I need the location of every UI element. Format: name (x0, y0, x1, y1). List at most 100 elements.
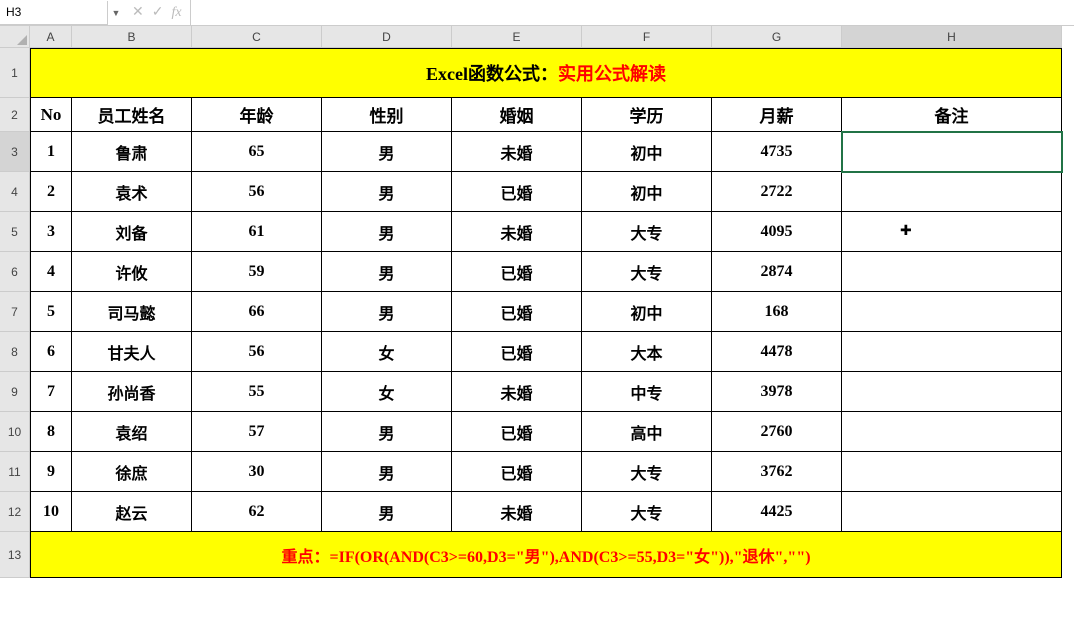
cell-E3[interactable]: 未婚 (452, 132, 582, 172)
cell-A7[interactable]: 5 (30, 292, 72, 332)
cell-G4[interactable]: 2722 (712, 172, 842, 212)
cell-B12[interactable]: 赵云 (72, 492, 192, 532)
cell-F8[interactable]: 大本 (582, 332, 712, 372)
cell-B7[interactable]: 司马懿 (72, 292, 192, 332)
cancel-icon[interactable]: ✕ (132, 4, 144, 21)
row-header-9[interactable]: 9 (0, 372, 30, 412)
cell-G7[interactable]: 168 (712, 292, 842, 332)
row-header-6[interactable]: 6 (0, 252, 30, 292)
spreadsheet-grid[interactable]: ABCDEFGH1Excel函数公式：实用公式解读2No员工姓名年龄性别婚姻学历… (0, 26, 1074, 578)
col-header-A[interactable]: A (30, 26, 72, 48)
cell-B10[interactable]: 袁绍 (72, 412, 192, 452)
cell-C8[interactable]: 56 (192, 332, 322, 372)
cell-C10[interactable]: 57 (192, 412, 322, 452)
cell-F10[interactable]: 高中 (582, 412, 712, 452)
cell-A8[interactable]: 6 (30, 332, 72, 372)
cell-A10[interactable]: 8 (30, 412, 72, 452)
cell-B4[interactable]: 袁术 (72, 172, 192, 212)
cell-E7[interactable]: 已婚 (452, 292, 582, 332)
enter-icon[interactable]: ✓ (152, 4, 164, 21)
cell-B3[interactable]: 鲁肃 (72, 132, 192, 172)
cell-G8[interactable]: 4478 (712, 332, 842, 372)
cell-C5[interactable]: 61 (192, 212, 322, 252)
cell-A9[interactable]: 7 (30, 372, 72, 412)
cell-C7[interactable]: 66 (192, 292, 322, 332)
row-header-3[interactable]: 3 (0, 132, 30, 172)
cell-E10[interactable]: 已婚 (452, 412, 582, 452)
cell-A12[interactable]: 10 (30, 492, 72, 532)
cell-F6[interactable]: 大专 (582, 252, 712, 292)
cell-H6[interactable] (842, 252, 1062, 292)
col-header-F[interactable]: F (582, 26, 712, 48)
row-header-13[interactable]: 13 (0, 532, 30, 578)
cell-A11[interactable]: 9 (30, 452, 72, 492)
cell-A5[interactable]: 3 (30, 212, 72, 252)
cell-D3[interactable]: 男 (322, 132, 452, 172)
cell-H8[interactable] (842, 332, 1062, 372)
col-header-D[interactable]: D (322, 26, 452, 48)
cell-D7[interactable]: 男 (322, 292, 452, 332)
cell-G11[interactable]: 3762 (712, 452, 842, 492)
cell-H12[interactable] (842, 492, 1062, 532)
name-box-dropdown[interactable]: ▼ (108, 8, 124, 18)
cell-E4[interactable]: 已婚 (452, 172, 582, 212)
cell-F11[interactable]: 大专 (582, 452, 712, 492)
cell-C6[interactable]: 59 (192, 252, 322, 292)
cell-H7[interactable] (842, 292, 1062, 332)
cell-H3[interactable] (842, 132, 1062, 172)
cell-H9[interactable] (842, 372, 1062, 412)
name-box[interactable]: H3 (0, 1, 108, 25)
cell-A6[interactable]: 4 (30, 252, 72, 292)
cell-F3[interactable]: 初中 (582, 132, 712, 172)
cell-C9[interactable]: 55 (192, 372, 322, 412)
cell-G6[interactable]: 2874 (712, 252, 842, 292)
row-header-12[interactable]: 12 (0, 492, 30, 532)
cell-B5[interactable]: 刘备 (72, 212, 192, 252)
cell-H4[interactable] (842, 172, 1062, 212)
cell-D10[interactable]: 男 (322, 412, 452, 452)
col-header-E[interactable]: E (452, 26, 582, 48)
row-header-10[interactable]: 10 (0, 412, 30, 452)
cell-F5[interactable]: 大专 (582, 212, 712, 252)
col-header-B[interactable]: B (72, 26, 192, 48)
row-header-7[interactable]: 7 (0, 292, 30, 332)
cell-G3[interactable]: 4735 (712, 132, 842, 172)
cell-D9[interactable]: 女 (322, 372, 452, 412)
cell-H11[interactable] (842, 452, 1062, 492)
cell-A4[interactable]: 2 (30, 172, 72, 212)
cell-E8[interactable]: 已婚 (452, 332, 582, 372)
cell-D6[interactable]: 男 (322, 252, 452, 292)
cell-F9[interactable]: 中专 (582, 372, 712, 412)
cell-C11[interactable]: 30 (192, 452, 322, 492)
formula-input[interactable] (191, 0, 1074, 25)
cell-E11[interactable]: 已婚 (452, 452, 582, 492)
cell-F12[interactable]: 大专 (582, 492, 712, 532)
cell-D11[interactable]: 男 (322, 452, 452, 492)
row-header-8[interactable]: 8 (0, 332, 30, 372)
fx-icon[interactable]: fx (171, 5, 181, 21)
row-header-1[interactable]: 1 (0, 48, 30, 98)
cell-F4[interactable]: 初中 (582, 172, 712, 212)
cell-G9[interactable]: 3978 (712, 372, 842, 412)
cell-C3[interactable]: 65 (192, 132, 322, 172)
cell-D12[interactable]: 男 (322, 492, 452, 532)
cell-E6[interactable]: 已婚 (452, 252, 582, 292)
cell-H10[interactable] (842, 412, 1062, 452)
cell-C12[interactable]: 62 (192, 492, 322, 532)
cell-C4[interactable]: 56 (192, 172, 322, 212)
col-header-C[interactable]: C (192, 26, 322, 48)
cell-H5[interactable] (842, 212, 1062, 252)
col-header-G[interactable]: G (712, 26, 842, 48)
cell-D8[interactable]: 女 (322, 332, 452, 372)
select-all-corner[interactable] (0, 26, 30, 48)
cell-E12[interactable]: 未婚 (452, 492, 582, 532)
cell-B6[interactable]: 许攸 (72, 252, 192, 292)
row-header-11[interactable]: 11 (0, 452, 30, 492)
cell-B8[interactable]: 甘夫人 (72, 332, 192, 372)
cell-B11[interactable]: 徐庶 (72, 452, 192, 492)
cell-G10[interactable]: 2760 (712, 412, 842, 452)
row-header-4[interactable]: 4 (0, 172, 30, 212)
cell-B9[interactable]: 孙尚香 (72, 372, 192, 412)
row-header-5[interactable]: 5 (0, 212, 30, 252)
col-header-H[interactable]: H (842, 26, 1062, 48)
